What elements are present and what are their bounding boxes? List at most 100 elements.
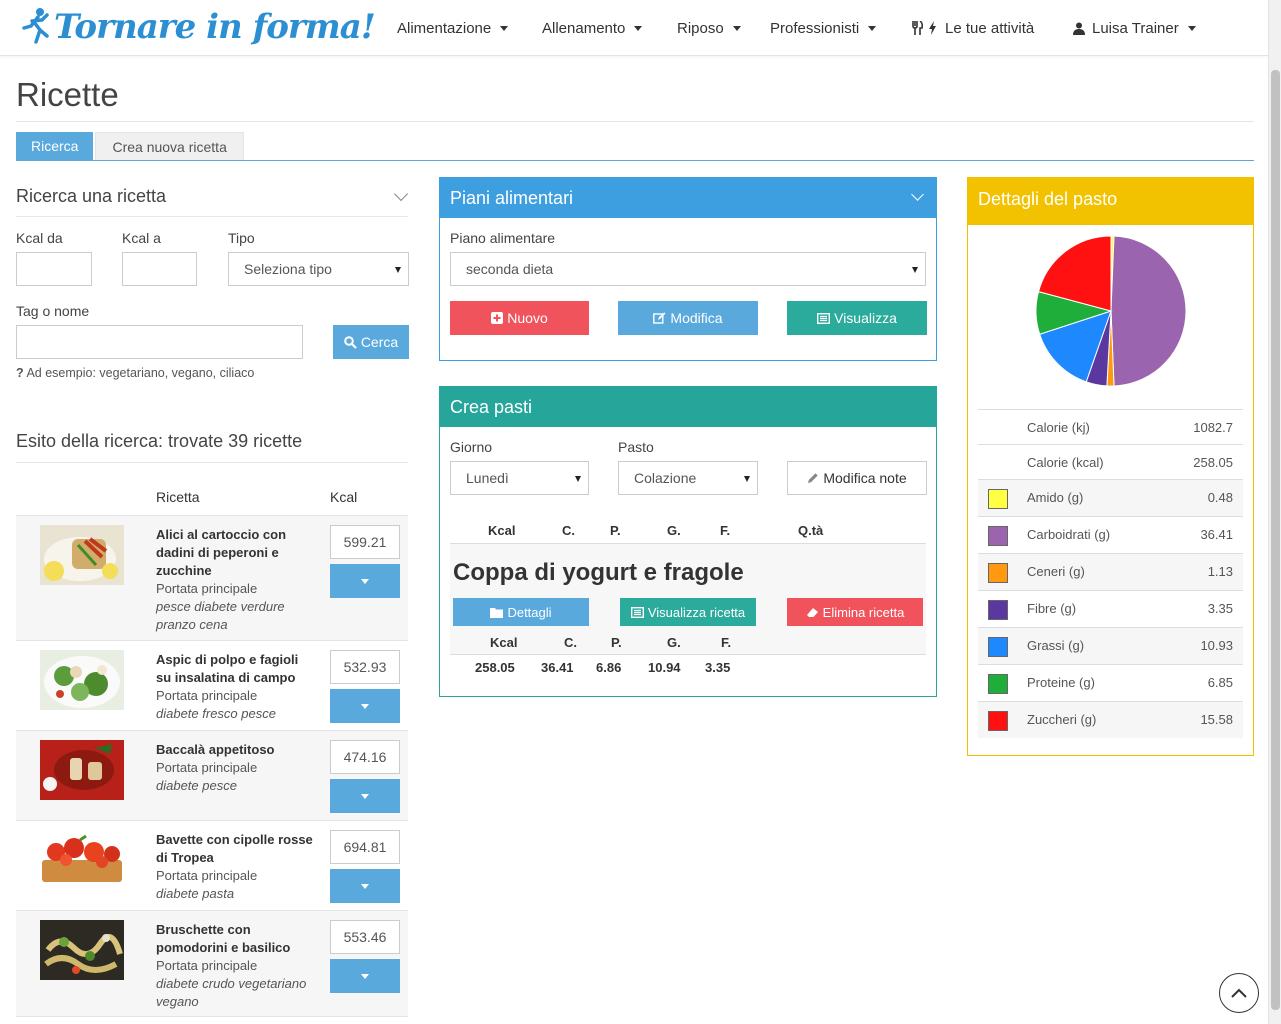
- meal-select[interactable]: Colazione: [618, 461, 758, 495]
- recipe-thumbnail[interactable]: [40, 830, 124, 890]
- nutrition-label: Calorie (kj): [1027, 420, 1090, 435]
- edit-icon: [653, 312, 666, 324]
- recipe-info[interactable]: Aspic di polpo e fagioli su insalatina d…: [156, 651, 316, 723]
- plus-square-icon: [491, 312, 504, 324]
- view-recipe-button[interactable]: Visualizza ricetta: [620, 598, 756, 626]
- page-title: Ricette: [16, 76, 119, 113]
- recipe-thumbnail[interactable]: [40, 525, 124, 585]
- meal-plan-select[interactable]: seconda dieta: [450, 252, 926, 286]
- search-button[interactable]: Cerca: [333, 325, 409, 359]
- nutrition-row-grassi: Grassi (g) 10.93: [978, 627, 1243, 664]
- nutrition-value: 6.85: [1207, 675, 1233, 690]
- scrollbar-thumb[interactable]: [1271, 70, 1280, 1010]
- back-to-top-button[interactable]: [1219, 973, 1259, 1013]
- kcal-to-input[interactable]: [122, 252, 197, 286]
- legend-swatch: [988, 674, 1008, 694]
- search-button-label: Cerca: [360, 334, 399, 350]
- recipe-kcal: 599.21: [330, 525, 400, 559]
- caret-down-icon: [1187, 25, 1196, 31]
- recipe-kcal: 553.46: [330, 920, 400, 954]
- meal-sub-col-protein: P.: [611, 635, 622, 650]
- recipe-kcal: 474.16: [330, 740, 400, 774]
- recipe-expand-button[interactable]: [330, 689, 400, 723]
- nutrition-value: 1.13: [1207, 564, 1233, 579]
- recipe-tags: pesce diabete verdure pranzo cena: [156, 599, 285, 632]
- recipe-title: Bavette con cipolle rosse di Tropea: [156, 832, 313, 865]
- page-scrollbar[interactable]: [1268, 0, 1281, 1024]
- tab-search[interactable]: Ricerca: [16, 132, 94, 161]
- edit-plan-button[interactable]: Modifica: [618, 301, 758, 335]
- nutrition-row-fibre: Fibre (g) 3.35: [978, 590, 1243, 627]
- chevron-down-icon[interactable]: [393, 186, 409, 202]
- day-label: Giorno: [450, 439, 493, 455]
- brand-logo[interactable]: Tornare in forma!: [20, 4, 376, 50]
- recipe-info[interactable]: Baccalà appetitoso Portata principale di…: [156, 741, 316, 795]
- recipe-tabs: Ricerca Crea nuova ricetta: [16, 132, 244, 161]
- nutrition-value: 0.48: [1207, 490, 1233, 505]
- nutrition-row-proteine: Proteine (g) 6.85: [978, 664, 1243, 701]
- select-arrow-icon: [744, 476, 750, 482]
- meal-details-button[interactable]: Dettagli: [453, 598, 589, 626]
- legend-swatch: [988, 637, 1008, 657]
- nav-alimentazione-label: Alimentazione: [397, 19, 492, 37]
- meal-sub-col-fat: G.: [667, 635, 681, 650]
- recipe-tags: diabete crudo vegetariano vegano: [156, 976, 307, 1009]
- tab-create-recipe[interactable]: Crea nuova ricetta: [95, 132, 244, 161]
- meal-plans-header[interactable]: Piani alimentari: [440, 178, 936, 218]
- table-row: Aspic di polpo e fagioli su insalatina d…: [16, 640, 408, 730]
- recipe-info[interactable]: Bavette con cipolle rosse di Tropea Port…: [156, 831, 316, 903]
- recipe-expand-button[interactable]: [330, 869, 400, 903]
- nav-attivita[interactable]: Le tue attività: [912, 0, 1034, 56]
- delete-recipe-button[interactable]: Elimina ricetta: [787, 598, 923, 626]
- recipe-info[interactable]: Alici al cartoccio con dadini di peperon…: [156, 526, 316, 634]
- nav-alimentazione[interactable]: Alimentazione: [397, 0, 509, 56]
- meal-col-kcal: Kcal: [488, 523, 516, 538]
- recipe-thumbnail[interactable]: [40, 650, 124, 710]
- nutrition-row-ceneri: Ceneri (g) 1.13: [978, 553, 1243, 590]
- recipe-expand-button[interactable]: [330, 959, 400, 993]
- type-select[interactable]: Seleziona tipo: [228, 252, 409, 286]
- tag-search-input[interactable]: [16, 325, 303, 359]
- create-meals-header: Crea pasti: [440, 387, 936, 427]
- nutrition-label: Fibre (g): [1027, 601, 1077, 616]
- select-arrow-icon: [395, 267, 401, 273]
- nav-user[interactable]: Luisa Trainer: [1073, 0, 1196, 56]
- caret-down-icon: [361, 578, 369, 584]
- recipe-thumbnail[interactable]: [40, 740, 124, 800]
- nav-allenamento[interactable]: Allenamento: [542, 0, 643, 56]
- results-heading: Esito della ricerca: trovate 39 ricette: [16, 431, 303, 451]
- recipe-course: Portata principale: [156, 958, 258, 973]
- meal-plan-select-value: seconda dieta: [466, 261, 554, 277]
- meal-val-kcal: 258.05: [475, 660, 515, 675]
- recipe-expand-button[interactable]: [330, 779, 400, 813]
- legend-swatch: [988, 711, 1008, 731]
- legend-swatch: [988, 600, 1008, 620]
- meal-val-fat: 10.94: [648, 660, 681, 675]
- recipe-title: Baccalà appetitoso: [156, 742, 275, 757]
- nutrition-value: 258.05: [1193, 455, 1233, 470]
- type-select-value: Seleziona tipo: [244, 261, 332, 277]
- recipe-thumbnail[interactable]: [40, 920, 124, 980]
- recipe-info[interactable]: Bruschette con pomodorini e basilico Por…: [156, 921, 316, 1011]
- new-plan-button[interactable]: Nuovo: [450, 301, 589, 335]
- meal-label: Pasto: [618, 439, 654, 455]
- nav-riposo[interactable]: Riposo: [677, 0, 741, 56]
- recipe-expand-button[interactable]: [330, 564, 400, 598]
- nutrition-value: 3.35: [1207, 601, 1233, 616]
- nutrition-label: Grassi (g): [1027, 638, 1085, 653]
- meal-val-protein: 6.86: [596, 660, 622, 675]
- view-plan-button[interactable]: Visualizza: [787, 301, 927, 335]
- edit-notes-button[interactable]: Modifica note: [787, 461, 927, 495]
- eraser-icon: [806, 607, 818, 617]
- create-meals-panel: Crea pasti Giorno Pasto Lunedì Colazione…: [439, 386, 937, 697]
- nav-professionisti[interactable]: Professionisti: [770, 0, 877, 56]
- meal-sub-col-carbs: C.: [564, 635, 577, 650]
- legend-swatch: [988, 489, 1008, 509]
- kcal-from-input[interactable]: [16, 252, 92, 286]
- meal-col-qty: Q.tà: [798, 523, 824, 538]
- meal-sub-col-kcal: Kcal: [490, 635, 518, 650]
- day-select[interactable]: Lunedì: [450, 461, 589, 495]
- nutrition-value: 15.58: [1200, 712, 1233, 727]
- recipe-tags: diabete pasta: [156, 886, 235, 901]
- day-select-value: Lunedì: [466, 470, 509, 486]
